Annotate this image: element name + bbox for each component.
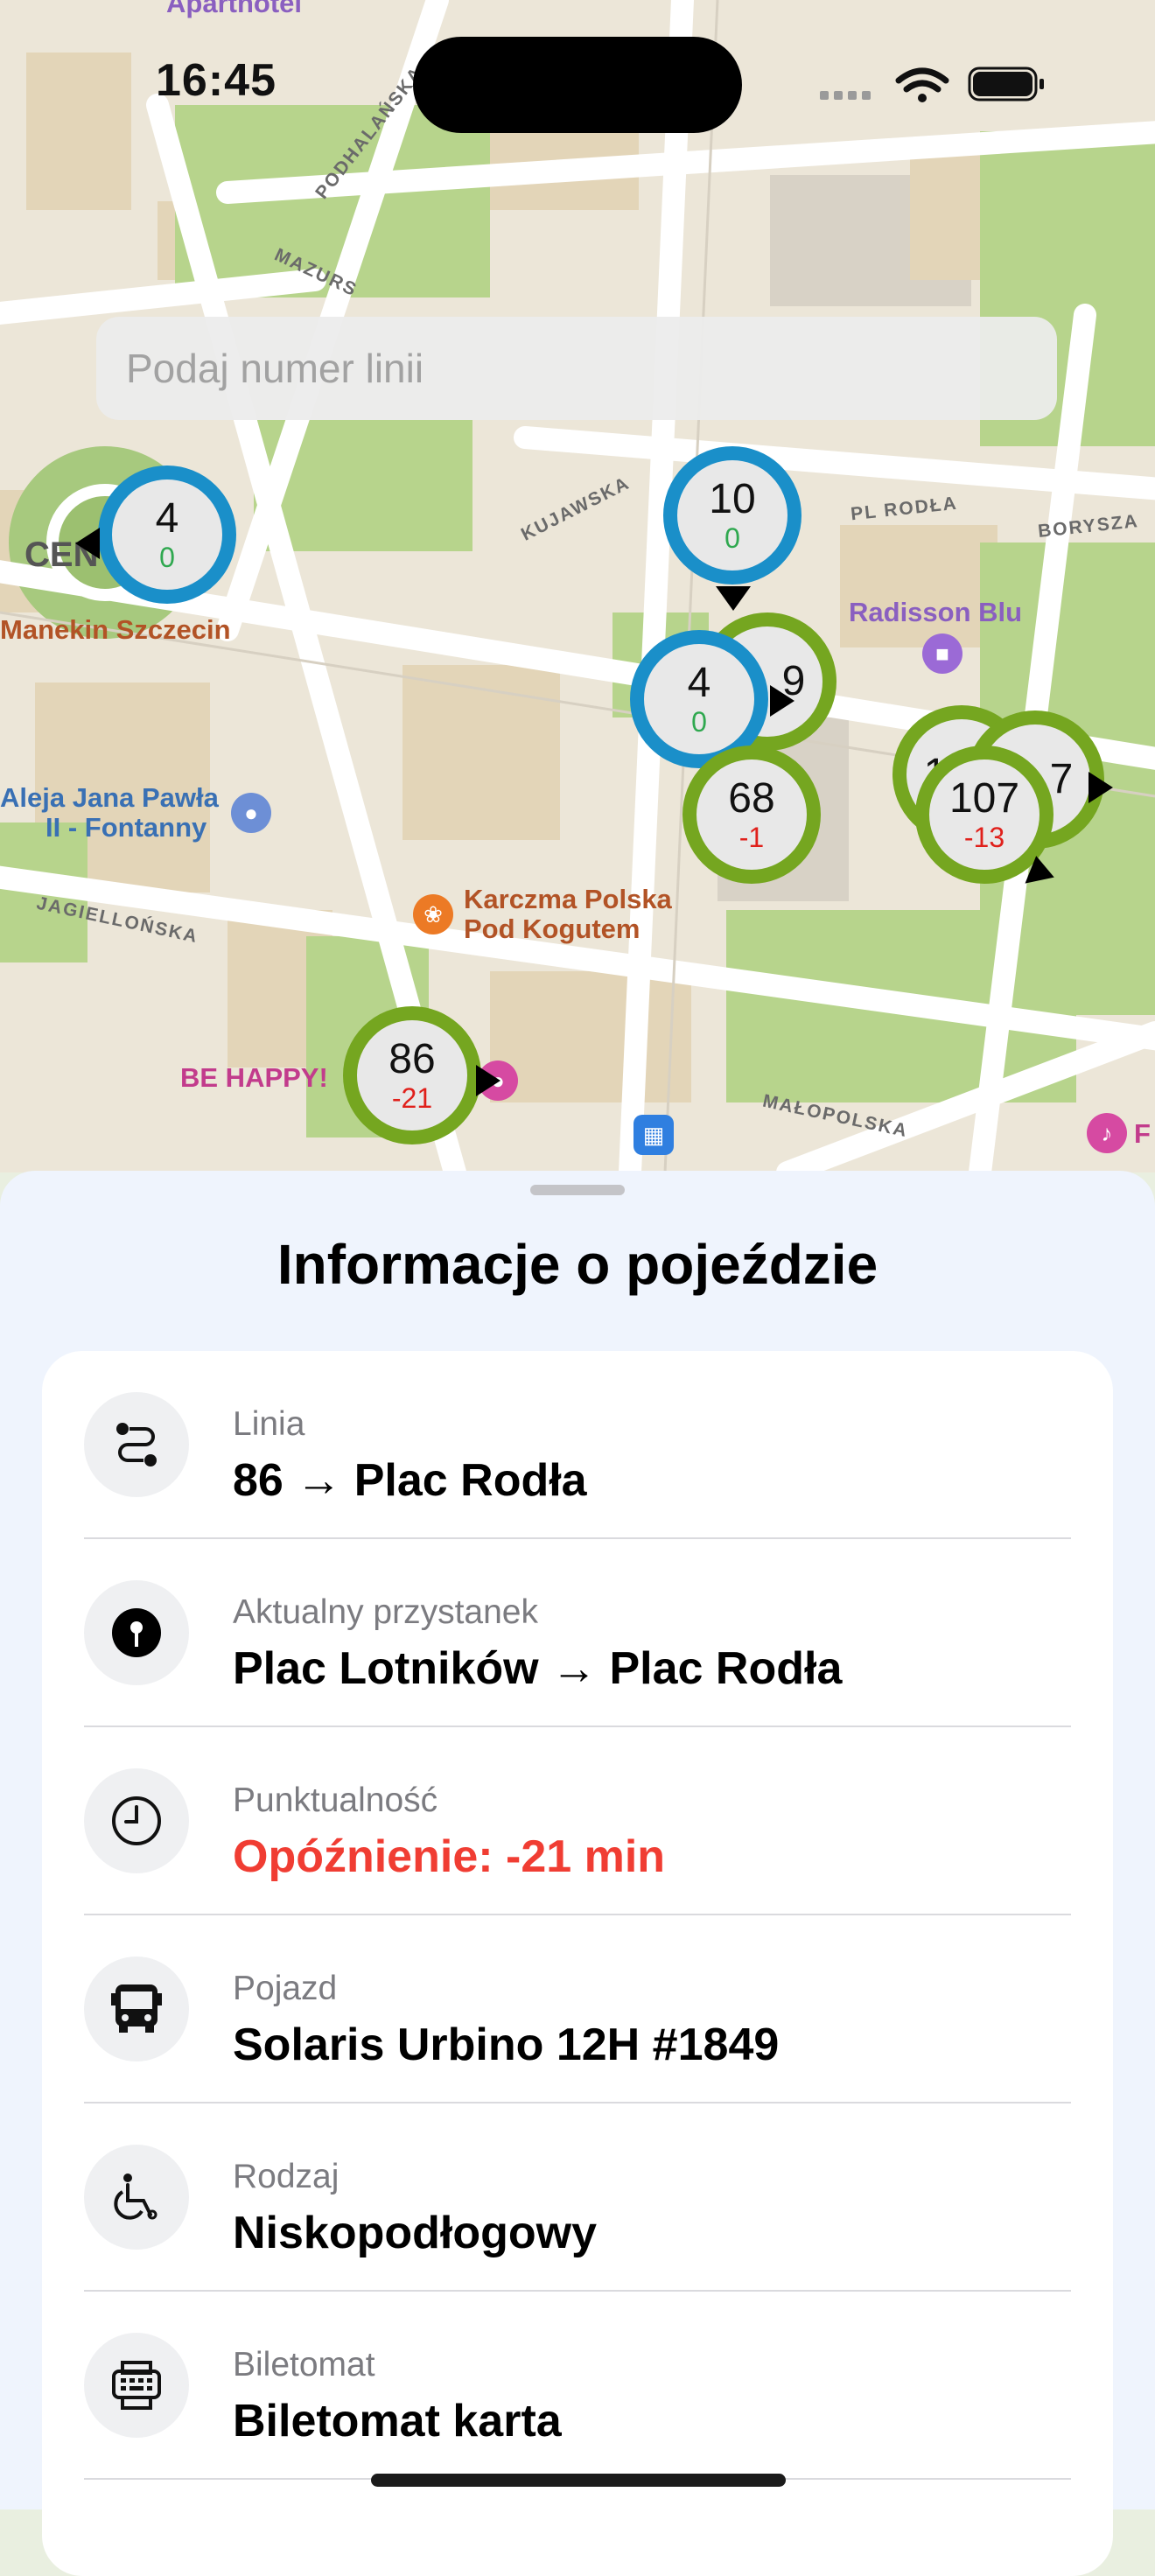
- info-row-vehicle: Pojazd Solaris Urbino 12H #1849: [42, 1915, 1113, 2104]
- vehicle-delay: -21: [391, 1082, 433, 1114]
- vehicle-marker[interactable]: 10 0: [663, 446, 802, 584]
- map-label-karczma-2: Pod Kogutem: [464, 914, 640, 944]
- map-label-f: F: [1134, 1118, 1151, 1149]
- vehicle-delay: 0: [691, 706, 707, 738]
- direction-arrow-icon: [716, 586, 751, 611]
- route-icon: [84, 1392, 189, 1497]
- direction-arrow-icon: [476, 1065, 500, 1096]
- map-label-manekin: Manekin Szczecin: [0, 614, 231, 645]
- info-value: Niskopodłogowy: [233, 2208, 597, 2258]
- bus-icon: [84, 1956, 189, 2062]
- info-label: Pojazd: [233, 1970, 338, 2007]
- direction-arrow-icon: [770, 685, 794, 717]
- vehicle-marker[interactable]: 4 0: [98, 466, 236, 604]
- info-value: Biletomat karta: [233, 2396, 562, 2446]
- map-label-aleja-2: II - Fontanny: [46, 812, 207, 843]
- vehicle-line: 86: [388, 1036, 436, 1082]
- fountain-icon[interactable]: ●: [231, 793, 271, 833]
- ticket-machine-icon: [84, 2333, 189, 2438]
- restaurant-icon[interactable]: ❀: [413, 894, 453, 934]
- map-label-radisson: Radisson Blu: [849, 597, 1023, 627]
- vehicle-line: 10: [709, 476, 756, 522]
- info-row-ticket-machine: Biletomat Biletomat karta: [42, 2292, 1113, 2480]
- tram-stop-icon[interactable]: ▦: [634, 1115, 674, 1155]
- signal-icon: [820, 91, 871, 100]
- dynamic-island: [413, 37, 742, 133]
- vehicle-delay: 0: [159, 542, 175, 573]
- wifi-icon: [895, 67, 949, 93]
- direction-arrow-icon: [1088, 772, 1113, 803]
- music-icon[interactable]: ♪: [1087, 1113, 1127, 1153]
- battery-icon: [968, 66, 1044, 102]
- info-value: Solaris Urbino 12H #1849: [233, 2020, 780, 2070]
- sheet-grabber[interactable]: [530, 1185, 625, 1195]
- vehicle-info-sheet[interactable]: Informacje o pojeździe Linia 86 → Plac R…: [0, 1171, 1155, 2576]
- map-pin-icon: [84, 1580, 189, 1685]
- info-row-stop: Aktualny przystanek Plac Lotników → Plac…: [42, 1539, 1113, 1727]
- info-value: Plac Lotników → Plac Rodła: [233, 1643, 843, 1694]
- status-bar: 16:45: [0, 0, 1155, 166]
- map-label-be-happy: BE HAPPY!: [180, 1062, 328, 1093]
- hotel-icon[interactable]: ■: [922, 634, 962, 674]
- info-row-type: Rodzaj Niskopodłogowy: [42, 2104, 1113, 2292]
- sheet-title: Informacje o pojeździe: [276, 1233, 878, 1296]
- info-label: Aktualny przystanek: [233, 1593, 539, 1631]
- vehicle-line: 7: [1049, 756, 1074, 802]
- direction-arrow-icon: [75, 528, 100, 559]
- info-label: Linia: [233, 1405, 305, 1443]
- vehicle-marker[interactable]: 68 -1: [682, 746, 821, 884]
- vehicle-line: 68: [728, 775, 775, 822]
- status-time: 16:45: [156, 55, 276, 106]
- vehicle-delay: -1: [738, 822, 765, 853]
- info-value: Opóźnienie: -21 min: [233, 1831, 666, 1882]
- map-label-aleja: Aleja Jana Pawła: [0, 782, 219, 813]
- home-indicator[interactable]: [371, 2474, 786, 2487]
- vehicle-line: 4: [155, 495, 179, 542]
- vehicle-delay: 0: [724, 522, 740, 554]
- vehicle-marker[interactable]: 86 -21: [343, 1006, 481, 1144]
- info-row-punctuality: Punktualność Opóźnienie: -21 min: [42, 1727, 1113, 1915]
- vehicle-line: 107: [948, 775, 1020, 822]
- map-view[interactable]: PODHALAŃSKA MAZURS KUJAWSKA PL RODŁA BOR…: [0, 0, 1155, 1172]
- info-label: Rodzaj: [233, 2158, 340, 2195]
- info-label: Punktualność: [233, 1782, 438, 1819]
- line-search[interactable]: [96, 317, 1057, 420]
- info-value: 86 → Plac Rodła: [233, 1455, 587, 1506]
- clock-icon: [84, 1768, 189, 1873]
- vehicle-info-card: Linia 86 → Plac Rodła Aktualny przystane…: [42, 1351, 1113, 2576]
- vehicle-delay: -13: [963, 822, 1005, 853]
- line-search-input[interactable]: [124, 344, 1057, 393]
- status-icons: [820, 66, 1044, 102]
- map-label-karczma: Karczma Polska: [464, 884, 672, 914]
- vehicle-line: 4: [687, 660, 711, 706]
- wheelchair-icon: [84, 2145, 189, 2250]
- info-label: Biletomat: [233, 2346, 375, 2384]
- info-row-line: Linia 86 → Plac Rodła: [42, 1351, 1113, 1539]
